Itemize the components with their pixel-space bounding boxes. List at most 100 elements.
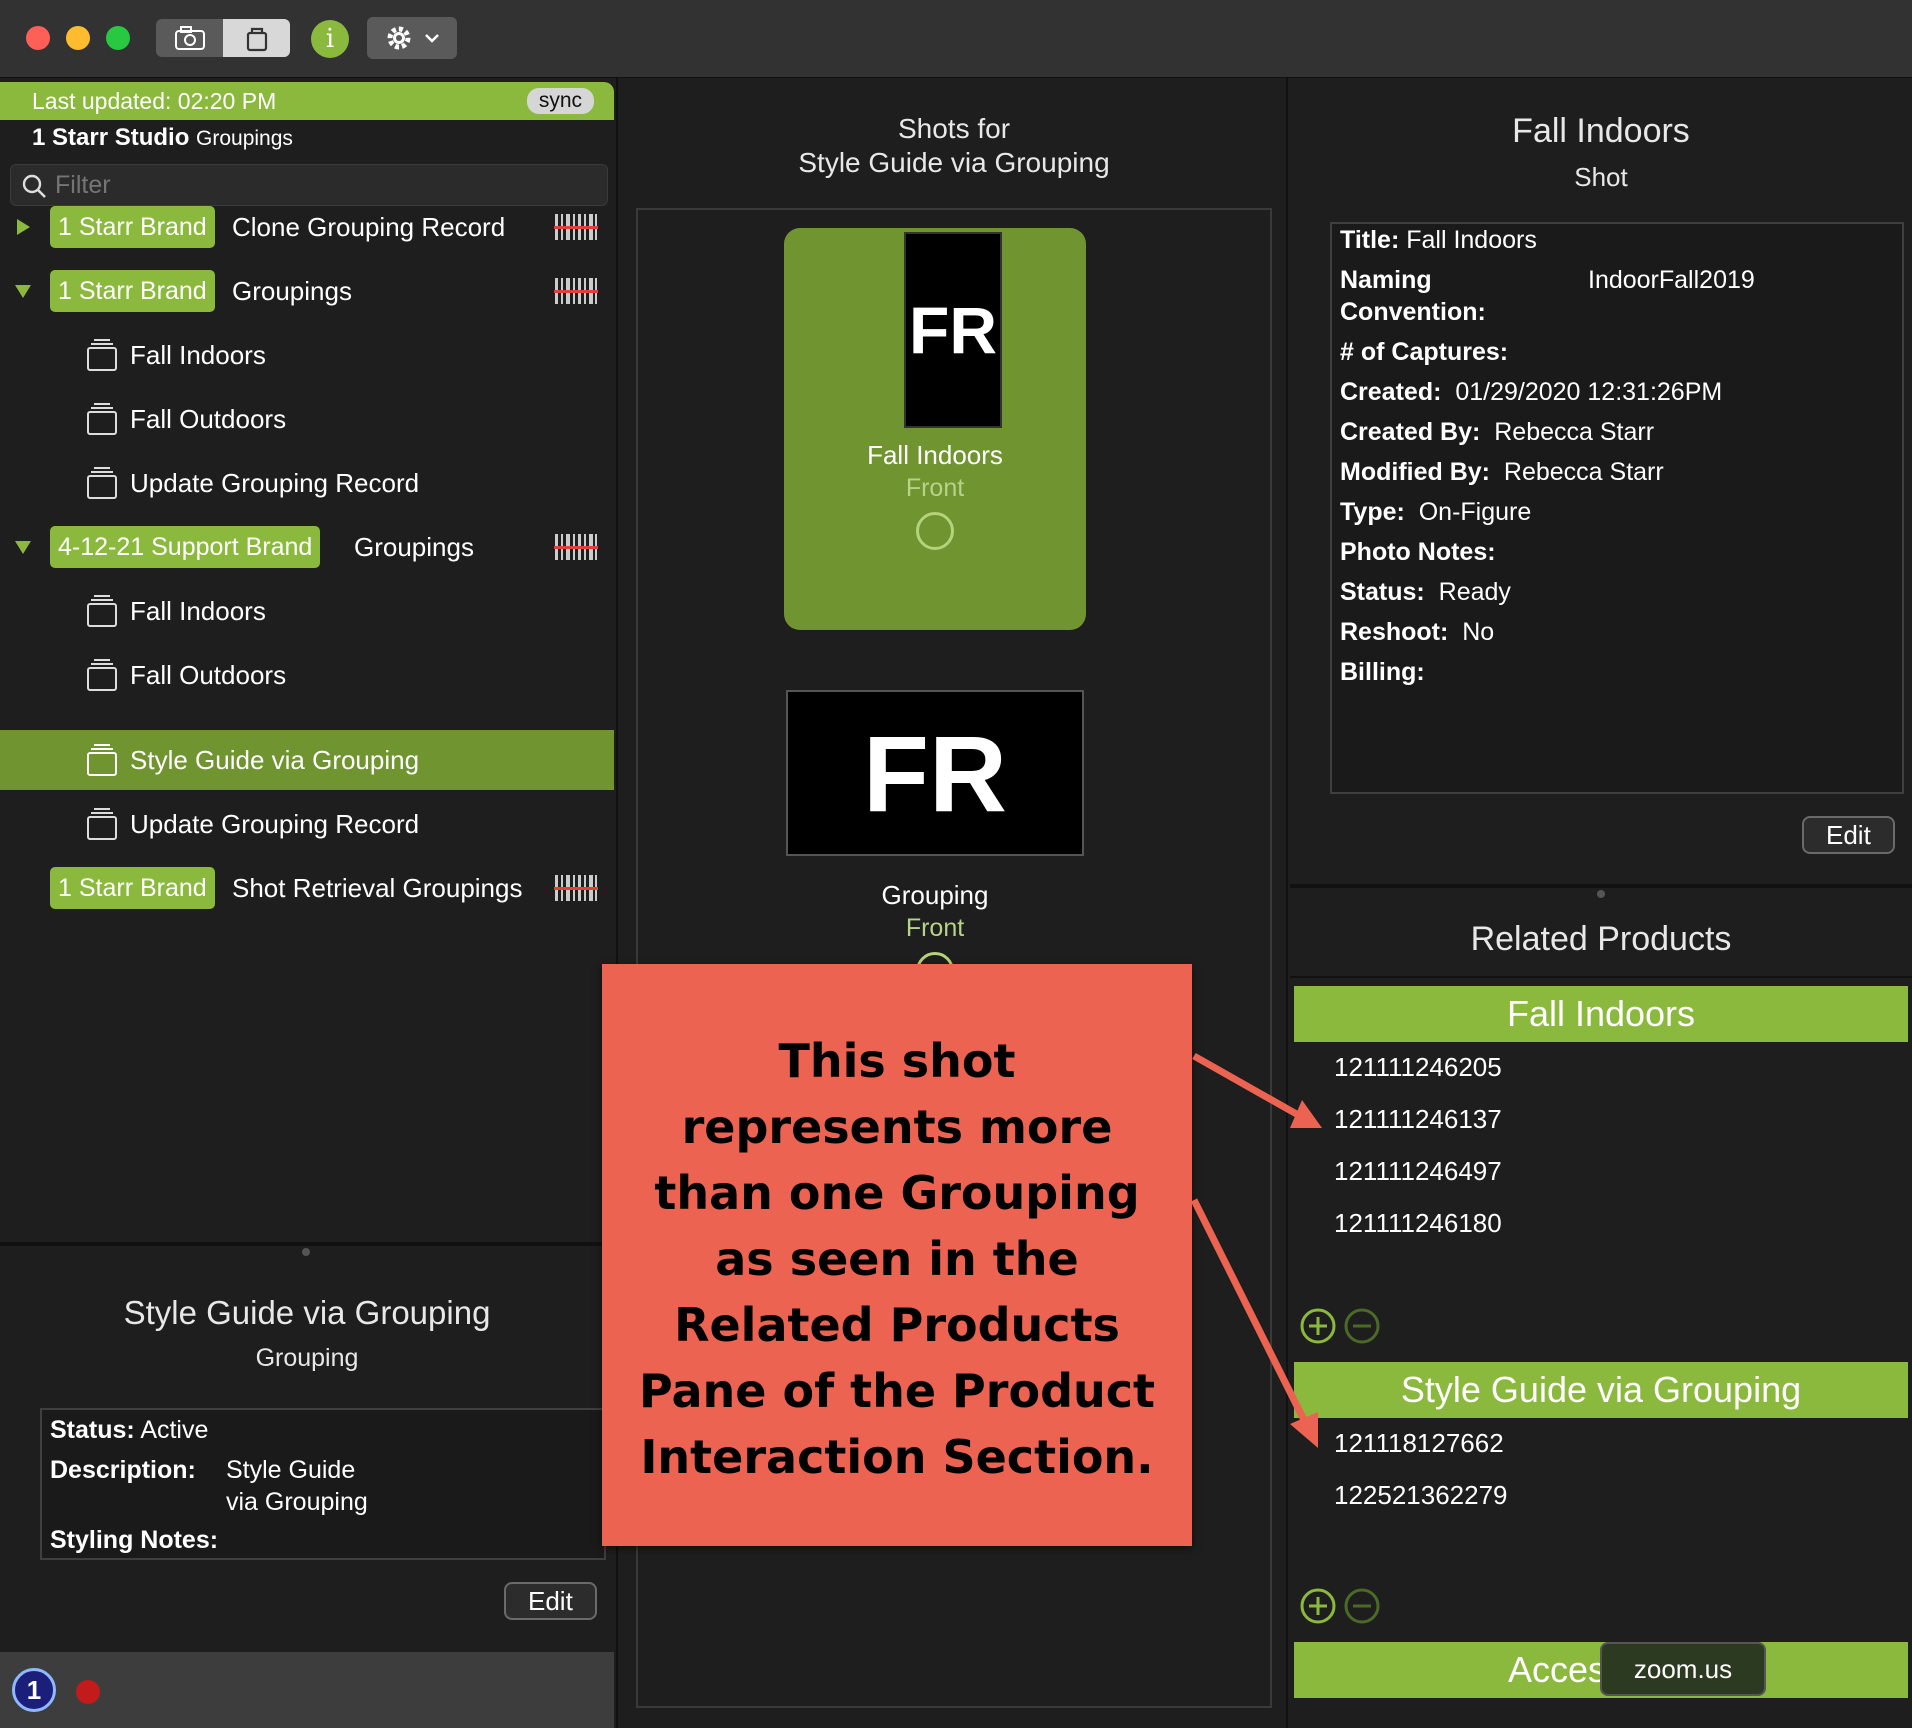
edit-grouping-button[interactable]: Edit: [504, 1582, 597, 1620]
tree-row-update-grouping[interactable]: Update Grouping Record: [0, 453, 614, 513]
tree-row-fall-indoors[interactable]: Fall Indoors: [0, 581, 614, 641]
minimize-window-button[interactable]: [66, 26, 90, 50]
shot-thumbnail: FR: [786, 690, 1084, 856]
reshoot-value: No: [1462, 618, 1495, 646]
edit-shot-button[interactable]: Edit: [1802, 816, 1895, 854]
tree-row-label: Groupings: [354, 531, 474, 562]
app-tooltip: zoom.us: [1600, 1642, 1766, 1696]
product-item[interactable]: 121111246497: [1334, 1156, 1502, 1187]
modified-by-field: Modified By: Rebecca Starr: [1340, 458, 1664, 487]
created-by-field: Created By: Rebecca Starr: [1340, 418, 1654, 447]
related-products-separator: [1290, 976, 1912, 978]
shot-name: Fall Indoors: [867, 440, 1003, 470]
sync-button[interactable]: sync: [526, 88, 594, 114]
shot-status-ring-icon[interactable]: [916, 512, 954, 550]
brand-badge: 1 Starr Brand: [50, 206, 215, 248]
shots-title-line1: Shots for: [897, 113, 1011, 144]
tree-row-shot-retrieval[interactable]: 1 Starr Brand Shot Retrieval Groupings: [0, 858, 614, 918]
billing-label: Billing:: [1340, 658, 1425, 686]
tree-row-label: Update Grouping Record: [130, 808, 420, 839]
pane-split-divider[interactable]: [0, 1242, 614, 1246]
info-button[interactable]: i: [311, 20, 349, 58]
title-bar: i: [0, 0, 1912, 78]
tree-row-fall-indoors[interactable]: Fall Indoors: [0, 325, 614, 385]
add-product-icon[interactable]: [1300, 1588, 1336, 1624]
last-updated-text: Last updated: 02:20 PM: [32, 88, 277, 114]
tree-row-brand-groupings[interactable]: 1 Starr Brand Groupings: [0, 261, 614, 321]
created-field: Created: 01/29/2020 12:31:26PM: [1340, 378, 1722, 407]
shots-pane-title: Shots for Style Guide via Grouping: [620, 112, 1288, 180]
naming-label1: Naming: [1340, 266, 1432, 294]
photo-notes-field: Photo Notes:: [1340, 538, 1496, 567]
camera-view-button[interactable]: [156, 19, 223, 57]
camera-icon: [174, 26, 205, 50]
studio-heading: 1 Starr Studio Groupings: [32, 124, 293, 152]
view-segmented-control: [156, 19, 290, 57]
naming-label-line1: Naming: [1340, 266, 1432, 295]
annotation-callout: This shot represents more than one Group…: [602, 964, 1192, 1546]
disclosure-expanded-icon[interactable]: [14, 538, 32, 556]
barcode-icon[interactable]: [554, 276, 598, 306]
remove-product-icon[interactable]: [1344, 1308, 1380, 1344]
maximize-window-button[interactable]: [106, 26, 130, 50]
brand-badge: 1 Starr Brand: [50, 867, 215, 909]
tree-row-label: Fall Outdoors: [130, 403, 287, 434]
modified-by-value: Rebecca Starr: [1503, 458, 1664, 486]
barcode-icon[interactable]: [554, 532, 598, 562]
tree-row-support-brand-groupings[interactable]: 4-12-21 Support Brand Groupings: [0, 517, 614, 577]
split-handle[interactable]: [302, 1248, 310, 1256]
password-manager-icon[interactable]: 1: [12, 1668, 56, 1712]
split-handle[interactable]: [1597, 890, 1605, 898]
description-value-line2: via Grouping: [226, 1488, 368, 1516]
pane-split-divider[interactable]: [1290, 884, 1912, 888]
callout-line: than one Grouping: [654, 1166, 1140, 1220]
naming-label-line2: Convention:: [1340, 298, 1486, 327]
gear-icon: [387, 26, 411, 50]
remove-product-icon[interactable]: [1344, 1588, 1380, 1624]
product-item[interactable]: 122521362279: [1334, 1480, 1508, 1511]
grouping-stack-icon: [87, 808, 117, 840]
add-product-icon[interactable]: [1300, 1308, 1336, 1344]
tree-row-fall-outdoors[interactable]: Fall Outdoors: [0, 389, 614, 449]
barcode-icon[interactable]: [554, 873, 598, 903]
barcode-icon[interactable]: [554, 212, 598, 242]
status-label: Status:: [1340, 578, 1425, 606]
shot-card-selected[interactable]: FR Fall Indoors Front: [784, 228, 1086, 630]
related-group-header: Fall Indoors: [1294, 986, 1908, 1042]
close-window-button[interactable]: [26, 26, 50, 50]
disclosure-collapsed-icon[interactable]: [14, 218, 32, 236]
shots-title-line2: Style Guide via Grouping: [798, 147, 1110, 178]
product-item[interactable]: 121118127662: [1334, 1428, 1504, 1459]
tree-row-update-grouping[interactable]: Update Grouping Record: [0, 794, 614, 854]
groupings-pane: Last updated: 02:20 PM sync 1 Starr Stud…: [0, 78, 618, 1728]
product-item[interactable]: 121111246137: [1334, 1104, 1502, 1135]
status-field: Status: Ready: [1340, 578, 1511, 607]
product-item[interactable]: 121111246180: [1334, 1208, 1502, 1239]
shot-view: Front: [905, 474, 965, 502]
grouping-details-box: Status: Active Description: Style Guide …: [40, 1408, 606, 1560]
tree-row-clone-grouping[interactable]: 1 Starr Brand Clone Grouping Record: [0, 197, 614, 257]
grouping-stack-icon: [87, 659, 117, 691]
status-value: Ready: [1438, 578, 1511, 606]
tree-row-label: Groupings: [232, 275, 352, 306]
chevron-down-icon: [425, 34, 439, 43]
reshoot-label: Reshoot:: [1340, 618, 1449, 646]
grouping-stack-icon: [87, 403, 117, 435]
captures-field: # of Captures:: [1340, 338, 1508, 367]
tree-row-fall-outdoors[interactable]: Fall Outdoors: [0, 645, 614, 705]
created-by-label: Created By:: [1340, 418, 1481, 446]
tree-row-label: Shot Retrieval Groupings: [232, 872, 523, 903]
tree-row-style-guide-selected[interactable]: Style Guide via Grouping: [0, 730, 614, 790]
record-indicator-icon: [76, 1680, 100, 1704]
product-item[interactable]: 121111246205: [1334, 1052, 1502, 1083]
created-by-value: Rebecca Starr: [1494, 418, 1655, 446]
styling-notes-label: Styling Notes:: [50, 1526, 218, 1555]
type-label: Type:: [1340, 498, 1405, 526]
settings-menu-button[interactable]: [367, 17, 457, 59]
callout-line: as seen in the: [715, 1232, 1079, 1286]
bag-view-button[interactable]: [223, 19, 290, 57]
disclosure-expanded-icon[interactable]: [14, 282, 32, 300]
type-field: Type: On-Figure: [1340, 498, 1531, 527]
status-bar: 1: [0, 1652, 614, 1728]
tree-row-label: Fall Indoors: [130, 339, 266, 370]
